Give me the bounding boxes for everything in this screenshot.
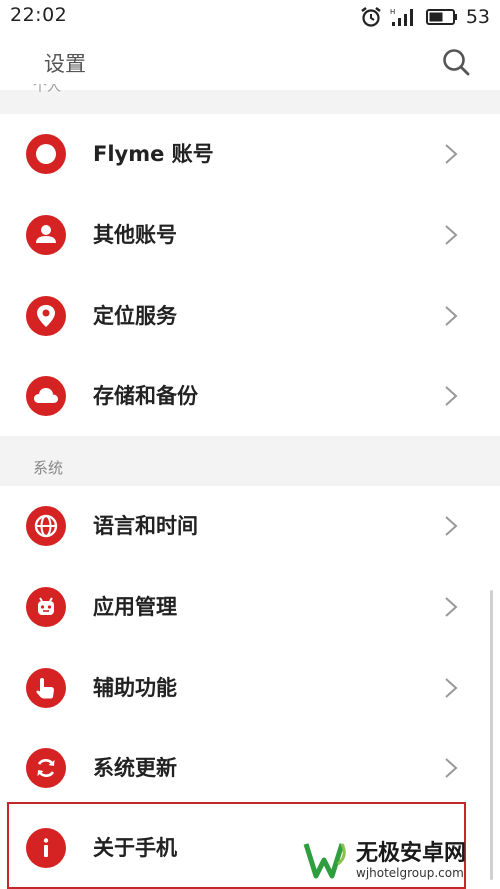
- app-header: 设置: [0, 34, 500, 90]
- settings-item-location[interactable]: 定位服务: [0, 276, 500, 356]
- status-time: 22:02: [10, 4, 68, 26]
- cloud-icon: [26, 376, 66, 416]
- settings-item-app-management[interactable]: 应用管理: [0, 567, 500, 647]
- chevron-right-icon: [445, 306, 458, 326]
- signal-icon: H: [390, 8, 413, 26]
- search-icon: [443, 49, 470, 76]
- flyme-icon: [26, 134, 66, 174]
- item-label: 系统更新: [93, 756, 177, 780]
- location-pin-icon: [26, 296, 66, 336]
- section-title: 系统: [33, 459, 64, 477]
- item-label: 应用管理: [93, 595, 177, 619]
- chevron-right-icon: [445, 597, 458, 617]
- chevron-right-icon: [445, 144, 458, 164]
- refresh-icon: [26, 748, 66, 788]
- status-icons: H 53: [360, 4, 490, 30]
- settings-item-other-accounts[interactable]: 其他账号: [0, 195, 500, 275]
- settings-item-language-time[interactable]: 语言和时间: [0, 486, 500, 566]
- item-label: Flyme 账号: [93, 142, 214, 166]
- svg-text:H: H: [390, 8, 395, 16]
- item-label: 其他账号: [93, 223, 177, 247]
- chevron-right-icon: [445, 225, 458, 245]
- settings-item-accessibility[interactable]: 辅助功能: [0, 648, 500, 728]
- watermark-url: wjhotelgroup.com: [356, 866, 464, 880]
- chevron-right-icon: [445, 758, 458, 778]
- battery-icon: [425, 9, 457, 25]
- battery-percentage: 53: [465, 6, 490, 28]
- status-bar: 22:02 H 53: [0, 0, 500, 34]
- hand-pointer-icon: [26, 668, 66, 708]
- item-label: 存储和备份: [93, 384, 198, 408]
- robot-icon: [26, 587, 66, 627]
- section-header-system: 系统: [0, 437, 500, 487]
- search-button[interactable]: [440, 46, 472, 78]
- chevron-right-icon: [445, 516, 458, 536]
- watermark-title: 无极安卓网: [356, 841, 467, 866]
- watermark: 无极安卓网 wjhotelgroup.com: [302, 837, 492, 885]
- settings-item-system-update[interactable]: 系统更新: [0, 728, 500, 808]
- alarm-icon: [361, 7, 381, 27]
- item-label: 语言和时间: [93, 514, 198, 538]
- person-icon: [26, 215, 66, 255]
- settings-item-storage-backup[interactable]: 存储和备份: [0, 356, 500, 436]
- section-header-personal: 个人: [33, 84, 61, 95]
- watermark-logo-icon: [302, 838, 350, 884]
- chevron-right-icon: [445, 678, 458, 698]
- globe-icon: [26, 506, 66, 546]
- page-title: 设置: [44, 52, 86, 76]
- settings-item-flyme-account[interactable]: Flyme 账号: [0, 114, 500, 194]
- chevron-right-icon: [445, 386, 458, 406]
- item-label: 定位服务: [93, 304, 177, 328]
- personal-group: Flyme 账号 其他账号 定位服务 存储和备份: [0, 114, 500, 436]
- item-label: 辅助功能: [93, 676, 177, 700]
